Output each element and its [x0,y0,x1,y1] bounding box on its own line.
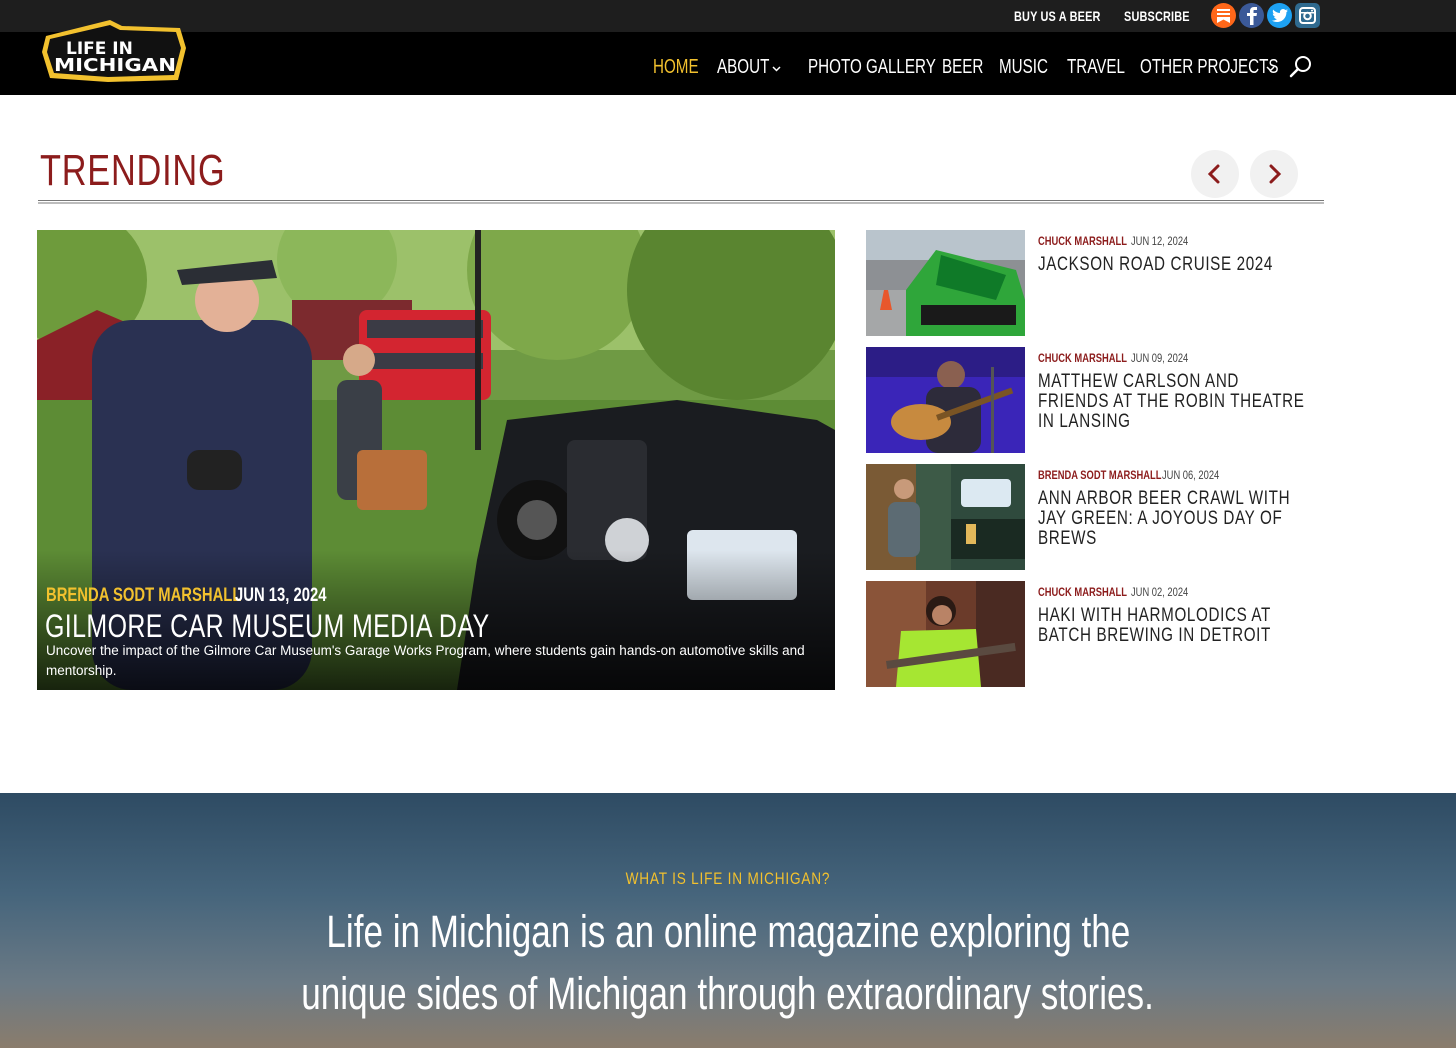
post-date: JUN 09, 2024 [1131,351,1189,365]
featured-author[interactable]: BRENDA SODT MARSHALL [46,585,241,607]
subscribe-link[interactable]: SUBSCRIBE [1124,8,1190,24]
post-date: JUN 12, 2024 [1131,234,1189,248]
list-item[interactable]: CHUCK MARSHALL JUN 02, 2024 HAKI WITH HA… [866,581,1326,687]
chevron-right-icon [1269,164,1282,184]
chevron-down-icon [772,66,781,72]
trending-heading: TRENDING [40,146,226,195]
buy-us-a-beer-link[interactable]: BUY US A BEER [1014,8,1101,24]
instagram-icon[interactable] [1295,3,1320,28]
post-author[interactable]: CHUCK MARSHALL [1038,585,1127,599]
featured-description: Uncover the impact of the Gilmore Car Mu… [46,643,805,678]
post-thumbnail[interactable] [866,581,1025,687]
nav-home[interactable]: HOME [653,56,699,79]
carousel-prev-button[interactable] [1191,150,1239,198]
chevron-left-icon [1207,164,1220,184]
post-author[interactable]: BRENDA SODT MARSHALL [1038,468,1161,482]
nav-travel[interactable]: TRAVEL [1067,56,1125,79]
post-author[interactable]: CHUCK MARSHALL [1038,234,1127,248]
nav-other-projects[interactable]: OTHER PROJECTS [1140,56,1279,79]
post-title[interactable]: ANN ARBOR BEER CRAWL WITH JAY GREEN: A J… [1038,489,1310,549]
post-date: JUN 06, 2024 [1162,468,1220,482]
nav-about[interactable]: ABOUT [717,56,769,79]
post-date: JUN 02, 2024 [1131,585,1189,599]
list-item[interactable]: BRENDA SODT MARSHALL JUN 06, 2024 ANN AR… [866,464,1326,570]
divider [38,200,1324,204]
top-bar: BUY US A BEER SUBSCRIBE [0,0,1456,32]
about-eyebrow: WHAT IS LIFE IN MICHIGAN? [625,869,831,888]
post-author[interactable]: CHUCK MARSHALL [1038,351,1127,365]
chevron-down-icon [1266,66,1275,72]
list-item[interactable]: CHUCK MARSHALL JUN 09, 2024 MATTHEW CARL… [866,347,1326,453]
nav-photo-gallery[interactable]: PHOTO GALLERY [808,56,936,79]
about-lead-line-2: unique sides of Michigan through extraor… [301,968,1155,1019]
carousel-next-button[interactable] [1250,150,1298,198]
list-item[interactable]: CHUCK MARSHALL JUN 12, 2024 JACKSON ROAD… [866,230,1326,336]
nav-beer[interactable]: BEER [942,56,983,79]
about-lead: Life in Michigan is an online magazine e… [0,901,1456,1025]
post-thumbnail[interactable] [866,230,1025,336]
featured-date: JUN 13, 2024 [235,585,327,606]
post-title[interactable]: JACKSON ROAD CRUISE 2024 [1038,255,1310,275]
post-thumbnail[interactable] [866,464,1025,570]
logo-line-2: MICHIGAN [54,55,176,76]
twitter-icon[interactable] [1267,3,1292,28]
substack-icon[interactable] [1211,3,1236,28]
featured-title[interactable]: GILMORE CAR MUSEUM MEDIA DAY [45,608,490,645]
facebook-icon[interactable] [1239,3,1264,28]
nav-music[interactable]: MUSIC [999,56,1048,79]
post-title[interactable]: HAKI WITH HARMOLODICS AT BATCH BREWING I… [1038,606,1310,646]
about-lead-line-1: Life in Michigan is an online magazine e… [326,906,1130,957]
search-icon[interactable] [1289,55,1313,79]
site-logo[interactable]: LIFE IN MICHIGAN [40,18,187,84]
post-title[interactable]: MATTHEW CARLSON AND FRIENDS AT THE ROBIN… [1038,372,1310,432]
featured-post[interactable]: BRENDA SODT MARSHALL JUN 13, 2024 GILMOR… [37,230,835,690]
post-thumbnail[interactable] [866,347,1025,453]
about-section: WHAT IS LIFE IN MICHIGAN? Life in Michig… [0,793,1456,1048]
